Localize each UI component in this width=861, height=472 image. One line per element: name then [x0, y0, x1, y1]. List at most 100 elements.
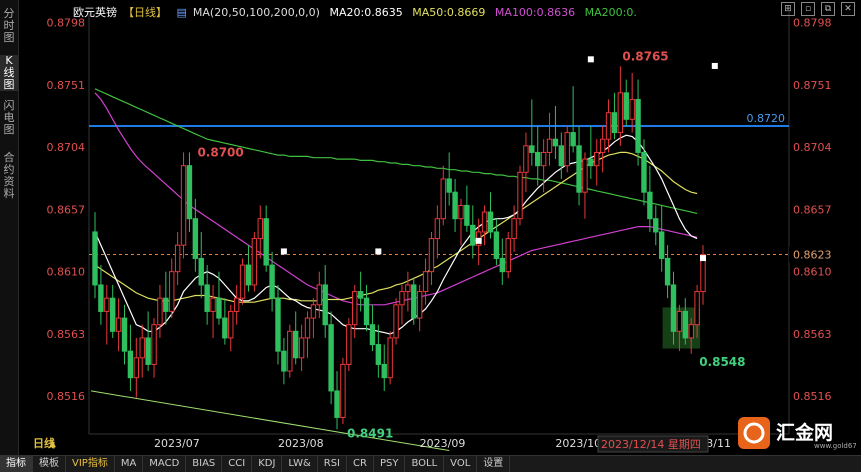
ma100-value: MA100:0.8636	[494, 6, 576, 19]
candle-body	[493, 231, 500, 259]
close-icon[interactable]: ✕	[841, 2, 855, 16]
chart-header: 欧元英镑 【日线】 ▤ MA(20,50,100,200,0,0) MA20:0.8…	[73, 4, 643, 19]
tab-2[interactable]: VIP指标	[66, 456, 115, 472]
candle-body	[570, 132, 576, 147]
candle-body	[222, 317, 228, 339]
candle-body	[340, 363, 346, 418]
candle-body	[505, 238, 511, 273]
peak-label: 0.8700	[197, 145, 243, 159]
minimize-icon[interactable]: ▫	[801, 2, 815, 16]
candle-body	[428, 238, 435, 273]
candle-body	[115, 317, 122, 332]
candle-body	[653, 218, 659, 233]
tab-5[interactable]: BIAS	[186, 456, 223, 472]
tab-9[interactable]: RSI	[318, 456, 348, 472]
candle-body	[357, 291, 364, 299]
candle-body	[316, 284, 323, 306]
candle-body	[352, 291, 358, 326]
candle-body	[540, 151, 547, 167]
candlestick-chart[interactable]: 0.8798 0.87980.8751 0.87510.8704 0.87040.86…	[19, 0, 861, 455]
candle-body	[346, 324, 352, 365]
candle-body	[546, 138, 553, 153]
candle-body	[499, 257, 506, 273]
candle-body	[552, 138, 559, 147]
candle-body	[310, 304, 317, 319]
candle-body	[446, 178, 452, 193]
candle-body	[399, 291, 405, 306]
y-tick-label-right: 0.8798	[793, 17, 832, 30]
event-marker	[475, 237, 482, 244]
candle-body	[458, 204, 464, 220]
candle-body	[523, 145, 529, 173]
rail-tab-1[interactable]: K线图	[0, 55, 18, 91]
candle-body	[535, 151, 541, 167]
candle-body	[174, 244, 181, 273]
period-caret-icon: ▲	[49, 439, 56, 449]
tab-14[interactable]: 设置	[477, 456, 511, 472]
candle-body	[411, 284, 417, 319]
candle-body	[334, 390, 340, 418]
tab-4[interactable]: MACD	[143, 456, 187, 472]
candle-body	[328, 324, 334, 392]
logo-url: www.gold678.com	[814, 442, 856, 450]
candle-body	[623, 92, 629, 120]
tab-0[interactable]: 指标	[0, 456, 33, 472]
grid-icon[interactable]: ⊞	[781, 2, 795, 16]
tab-8[interactable]: LW&	[282, 456, 318, 472]
tab-11[interactable]: PSY	[374, 456, 406, 472]
y-tick-label-left: 0.8563	[47, 328, 86, 341]
high-label: 0.8765	[622, 49, 668, 63]
y-tick-label-left: 0.8657	[47, 203, 86, 216]
bottom-tab-bar: 指标 模板 VIP指标 MA MACD BIAS CCI KDJ LW& RSI CR PSY BOLL…	[0, 455, 861, 472]
ma20-value: MA20:0.8635	[329, 6, 403, 19]
restore-icon[interactable]: ⧉	[821, 2, 835, 16]
logo-badge	[738, 417, 770, 449]
candle-body	[104, 297, 110, 312]
rail-tab-2[interactable]: 闪电图	[0, 100, 18, 136]
ma-params: MA(20,50,100,200,0,0)	[192, 6, 320, 19]
chart-area[interactable]: 0.8798 0.8798 0.8751 0.8751 0.8704 0.8704 0.86…	[19, 0, 861, 455]
candle-body	[517, 171, 523, 220]
candle-body	[281, 350, 287, 372]
candle-body	[110, 297, 116, 332]
candle-body	[151, 324, 157, 365]
candle-body	[387, 337, 393, 379]
y-tick-label-right: 0.8516	[793, 390, 832, 403]
y-tick-label-left: 0.8516	[47, 390, 86, 403]
ma-icon: ▤	[176, 6, 187, 19]
tab-1[interactable]: 模板	[33, 456, 66, 472]
tab-6[interactable]: CCI	[222, 456, 253, 472]
candle-body	[529, 145, 535, 153]
event-marker	[700, 255, 706, 262]
rail-tab-3[interactable]: 合约资料	[0, 152, 18, 200]
rail-tab-0[interactable]: 分时图	[0, 8, 18, 44]
candle-body	[682, 310, 688, 339]
candle-body	[98, 284, 104, 312]
candle-body	[664, 257, 671, 286]
x-axis-label: 2023/10	[555, 437, 601, 450]
y-tick-label-right: 0.8563	[793, 328, 832, 341]
candle-body	[163, 297, 169, 312]
candle-body	[647, 191, 653, 220]
y-tick-label-right: 0.8657	[793, 203, 832, 216]
candle-body	[210, 297, 216, 312]
tab-10[interactable]: CR	[347, 456, 374, 472]
current-price-label: 0.8623	[793, 248, 832, 261]
tab-7[interactable]: KDJ	[252, 456, 283, 472]
y-tick-label-left: 0.8751	[47, 79, 86, 92]
candle-body	[576, 145, 582, 193]
tab-3[interactable]: MA	[115, 456, 144, 472]
candle-body	[304, 317, 311, 339]
tab-12[interactable]: BOLL	[405, 456, 445, 472]
recent-low-label: 0.8548	[699, 355, 745, 369]
low-label: 0.8491	[347, 426, 393, 440]
candle-body	[228, 310, 234, 339]
candle-body	[157, 297, 163, 326]
candle-body	[186, 165, 193, 220]
candle-body	[617, 92, 624, 134]
tab-13[interactable]: VOL	[444, 456, 478, 472]
candle-body	[635, 98, 641, 153]
candle-body	[192, 218, 199, 259]
candle-body	[121, 317, 128, 352]
candle-body	[676, 310, 683, 332]
